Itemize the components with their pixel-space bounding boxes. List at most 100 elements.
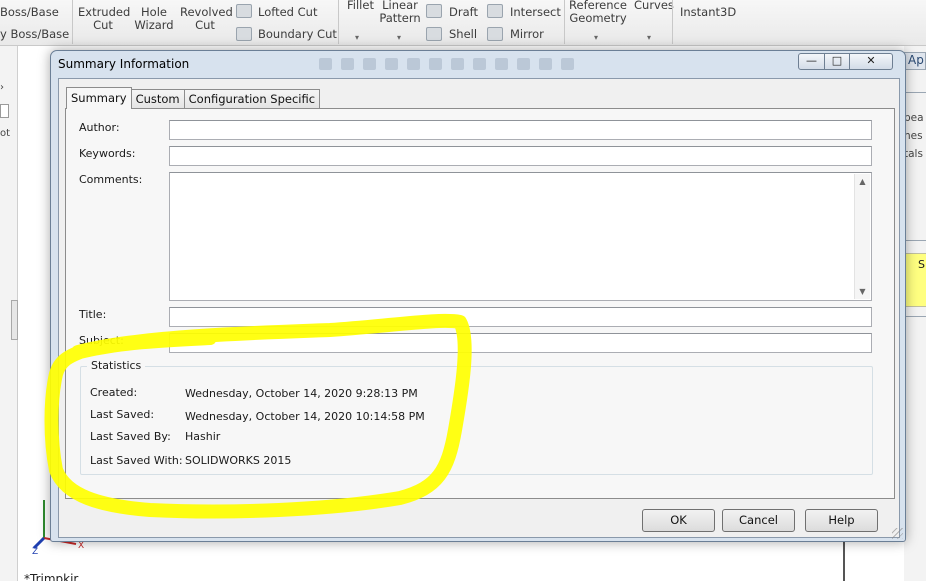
ribbon-extruded-cut[interactable]: Extruded Cut bbox=[78, 6, 130, 32]
heads-up-toolbar-ghost bbox=[319, 58, 574, 70]
created-label: Created: bbox=[90, 386, 138, 399]
close-button[interactable]: ✕ bbox=[849, 53, 893, 70]
summary-tab-panel: Author: Keywords: Comments: ▲ ▼ Title: S… bbox=[65, 108, 895, 499]
ribbon-boss-base[interactable]: Boss/Base bbox=[0, 6, 59, 19]
dialog-titlebar[interactable]: Summary Information — □ ✕ bbox=[51, 51, 905, 78]
task-pane bbox=[904, 46, 926, 581]
last-saved-value: Wednesday, October 14, 2020 10:14:58 PM bbox=[185, 410, 425, 423]
comments-label: Comments: bbox=[79, 173, 143, 186]
intersect-icon bbox=[487, 4, 503, 18]
last-saved-with-value: SOLIDWORKS 2015 bbox=[185, 454, 292, 467]
view-orientation-icon bbox=[407, 58, 420, 70]
refgeom-dropdown-icon[interactable]: ▾ bbox=[594, 33, 598, 42]
ribbon-separator bbox=[72, 0, 73, 44]
svg-text:X: X bbox=[78, 541, 84, 551]
shell-icon bbox=[426, 27, 442, 41]
boundary-cut-icon bbox=[236, 27, 252, 41]
summary-information-dialog: Summary Information — □ ✕ Summary Custom… bbox=[50, 50, 906, 542]
task-pane-text: nes bbox=[904, 130, 923, 142]
fillet-dropdown-icon[interactable]: ▾ bbox=[355, 33, 359, 42]
appearance-icon bbox=[473, 58, 486, 70]
keywords-label: Keywords: bbox=[79, 147, 136, 160]
ribbon-draft[interactable]: Draft bbox=[449, 6, 478, 19]
ribbon-revolved-cut[interactable]: Revolved Cut bbox=[180, 6, 233, 32]
pattern-dropdown-icon[interactable]: ▾ bbox=[397, 33, 401, 42]
author-field[interactable] bbox=[169, 120, 872, 140]
task-pane-text: tals bbox=[904, 148, 923, 160]
tree-item-text: *Trimpkir bbox=[24, 572, 79, 581]
ribbon-curves[interactable]: Curves bbox=[634, 0, 674, 12]
previous-view-icon bbox=[363, 58, 376, 70]
scroll-up-icon[interactable]: ▲ bbox=[855, 174, 870, 189]
zoom-area-icon bbox=[341, 58, 354, 70]
chevron-right-icon[interactable]: › bbox=[0, 82, 4, 93]
ribbon-separator bbox=[672, 0, 673, 44]
section-view-icon bbox=[385, 58, 398, 70]
scroll-down-icon[interactable]: ▼ bbox=[855, 284, 870, 299]
scene-icon bbox=[495, 58, 508, 70]
curves-dropdown-icon[interactable]: ▾ bbox=[647, 33, 651, 42]
panel-partial-text: ot bbox=[0, 128, 11, 139]
last-saved-with-label: Last Saved With: bbox=[90, 454, 183, 467]
view-settings-icon bbox=[517, 58, 530, 70]
lofted-cut-icon bbox=[236, 4, 252, 18]
tab-summary[interactable]: Summary bbox=[66, 87, 132, 109]
svg-text:Z: Z bbox=[32, 547, 38, 557]
ribbon-lofted-cut[interactable]: Lofted Cut bbox=[258, 6, 317, 19]
ribbon-swept-boss[interactable]: y Boss/Base bbox=[0, 28, 69, 41]
comments-scrollbar[interactable]: ▲ ▼ bbox=[854, 174, 870, 299]
ribbon-mirror[interactable]: Mirror bbox=[510, 28, 544, 41]
ok-button[interactable]: OK bbox=[642, 509, 715, 532]
ribbon-reference-geometry[interactable]: Reference Geometry bbox=[568, 0, 628, 25]
help-button[interactable]: Help bbox=[805, 509, 878, 532]
cancel-button[interactable]: Cancel bbox=[722, 509, 795, 532]
maximize-button[interactable]: □ bbox=[824, 53, 850, 70]
last-saved-label: Last Saved: bbox=[90, 408, 155, 421]
ribbon-shell[interactable]: Shell bbox=[449, 28, 477, 41]
hide-show-icon bbox=[451, 58, 464, 70]
task-pane-divider bbox=[904, 316, 926, 317]
task-pane-text: bea bbox=[904, 112, 924, 124]
panel-filter-box[interactable] bbox=[0, 104, 9, 118]
last-saved-by-label: Last Saved By: bbox=[90, 430, 171, 443]
render-icon bbox=[539, 58, 552, 70]
keywords-field[interactable] bbox=[169, 146, 872, 166]
zoom-icon bbox=[319, 58, 332, 70]
task-pane-note: S bbox=[904, 253, 926, 307]
ribbon-instant3d[interactable]: Instant3D bbox=[680, 6, 736, 19]
ribbon-boundary-cut[interactable]: Boundary Cut bbox=[258, 28, 337, 41]
panel-splitter[interactable] bbox=[11, 300, 18, 340]
comments-textarea[interactable]: ▲ ▼ bbox=[169, 172, 872, 301]
author-label: Author: bbox=[79, 121, 120, 134]
subject-label: Subject: bbox=[79, 334, 124, 347]
task-pane-tab[interactable]: Ap bbox=[904, 52, 926, 70]
dialog-client-area: Summary Custom Configuration Specific Au… bbox=[58, 78, 900, 538]
dialog-title: Summary Information bbox=[58, 57, 190, 71]
tab-configuration-specific[interactable]: Configuration Specific bbox=[183, 89, 321, 109]
dialog-tab-strip: Summary Custom Configuration Specific bbox=[66, 87, 321, 109]
ribbon-intersect[interactable]: Intersect bbox=[510, 6, 561, 19]
created-value: Wednesday, October 14, 2020 9:28:13 PM bbox=[185, 387, 418, 400]
resize-grip-icon[interactable] bbox=[892, 528, 903, 539]
title-label: Title: bbox=[79, 308, 107, 321]
title-field[interactable] bbox=[169, 307, 872, 327]
task-pane-divider bbox=[904, 92, 926, 93]
statistics-group: Statistics Created: Wednesday, October 1… bbox=[80, 359, 873, 475]
task-pane-divider bbox=[904, 240, 926, 241]
ribbon-fillet[interactable]: Fillet bbox=[347, 0, 374, 12]
last-saved-by-value: Hashir bbox=[185, 430, 221, 443]
ribbon-separator bbox=[564, 0, 565, 44]
display-style-icon bbox=[429, 58, 442, 70]
ribbon-linear-pattern[interactable]: Linear Pattern bbox=[378, 0, 422, 25]
ribbon-separator bbox=[338, 0, 339, 44]
mirror-icon bbox=[487, 27, 503, 41]
minimize-button[interactable]: — bbox=[798, 53, 825, 70]
draft-icon bbox=[426, 4, 442, 18]
monitor-icon bbox=[561, 58, 574, 70]
command-manager-ribbon: Boss/Base y Boss/Base Extruded Cut Hole … bbox=[0, 0, 926, 46]
ribbon-hole-wizard[interactable]: Hole Wizard bbox=[134, 6, 174, 32]
subject-field[interactable] bbox=[169, 333, 872, 353]
statistics-legend: Statistics bbox=[87, 359, 146, 372]
graphics-divider bbox=[843, 540, 845, 581]
tab-custom[interactable]: Custom bbox=[130, 89, 185, 109]
